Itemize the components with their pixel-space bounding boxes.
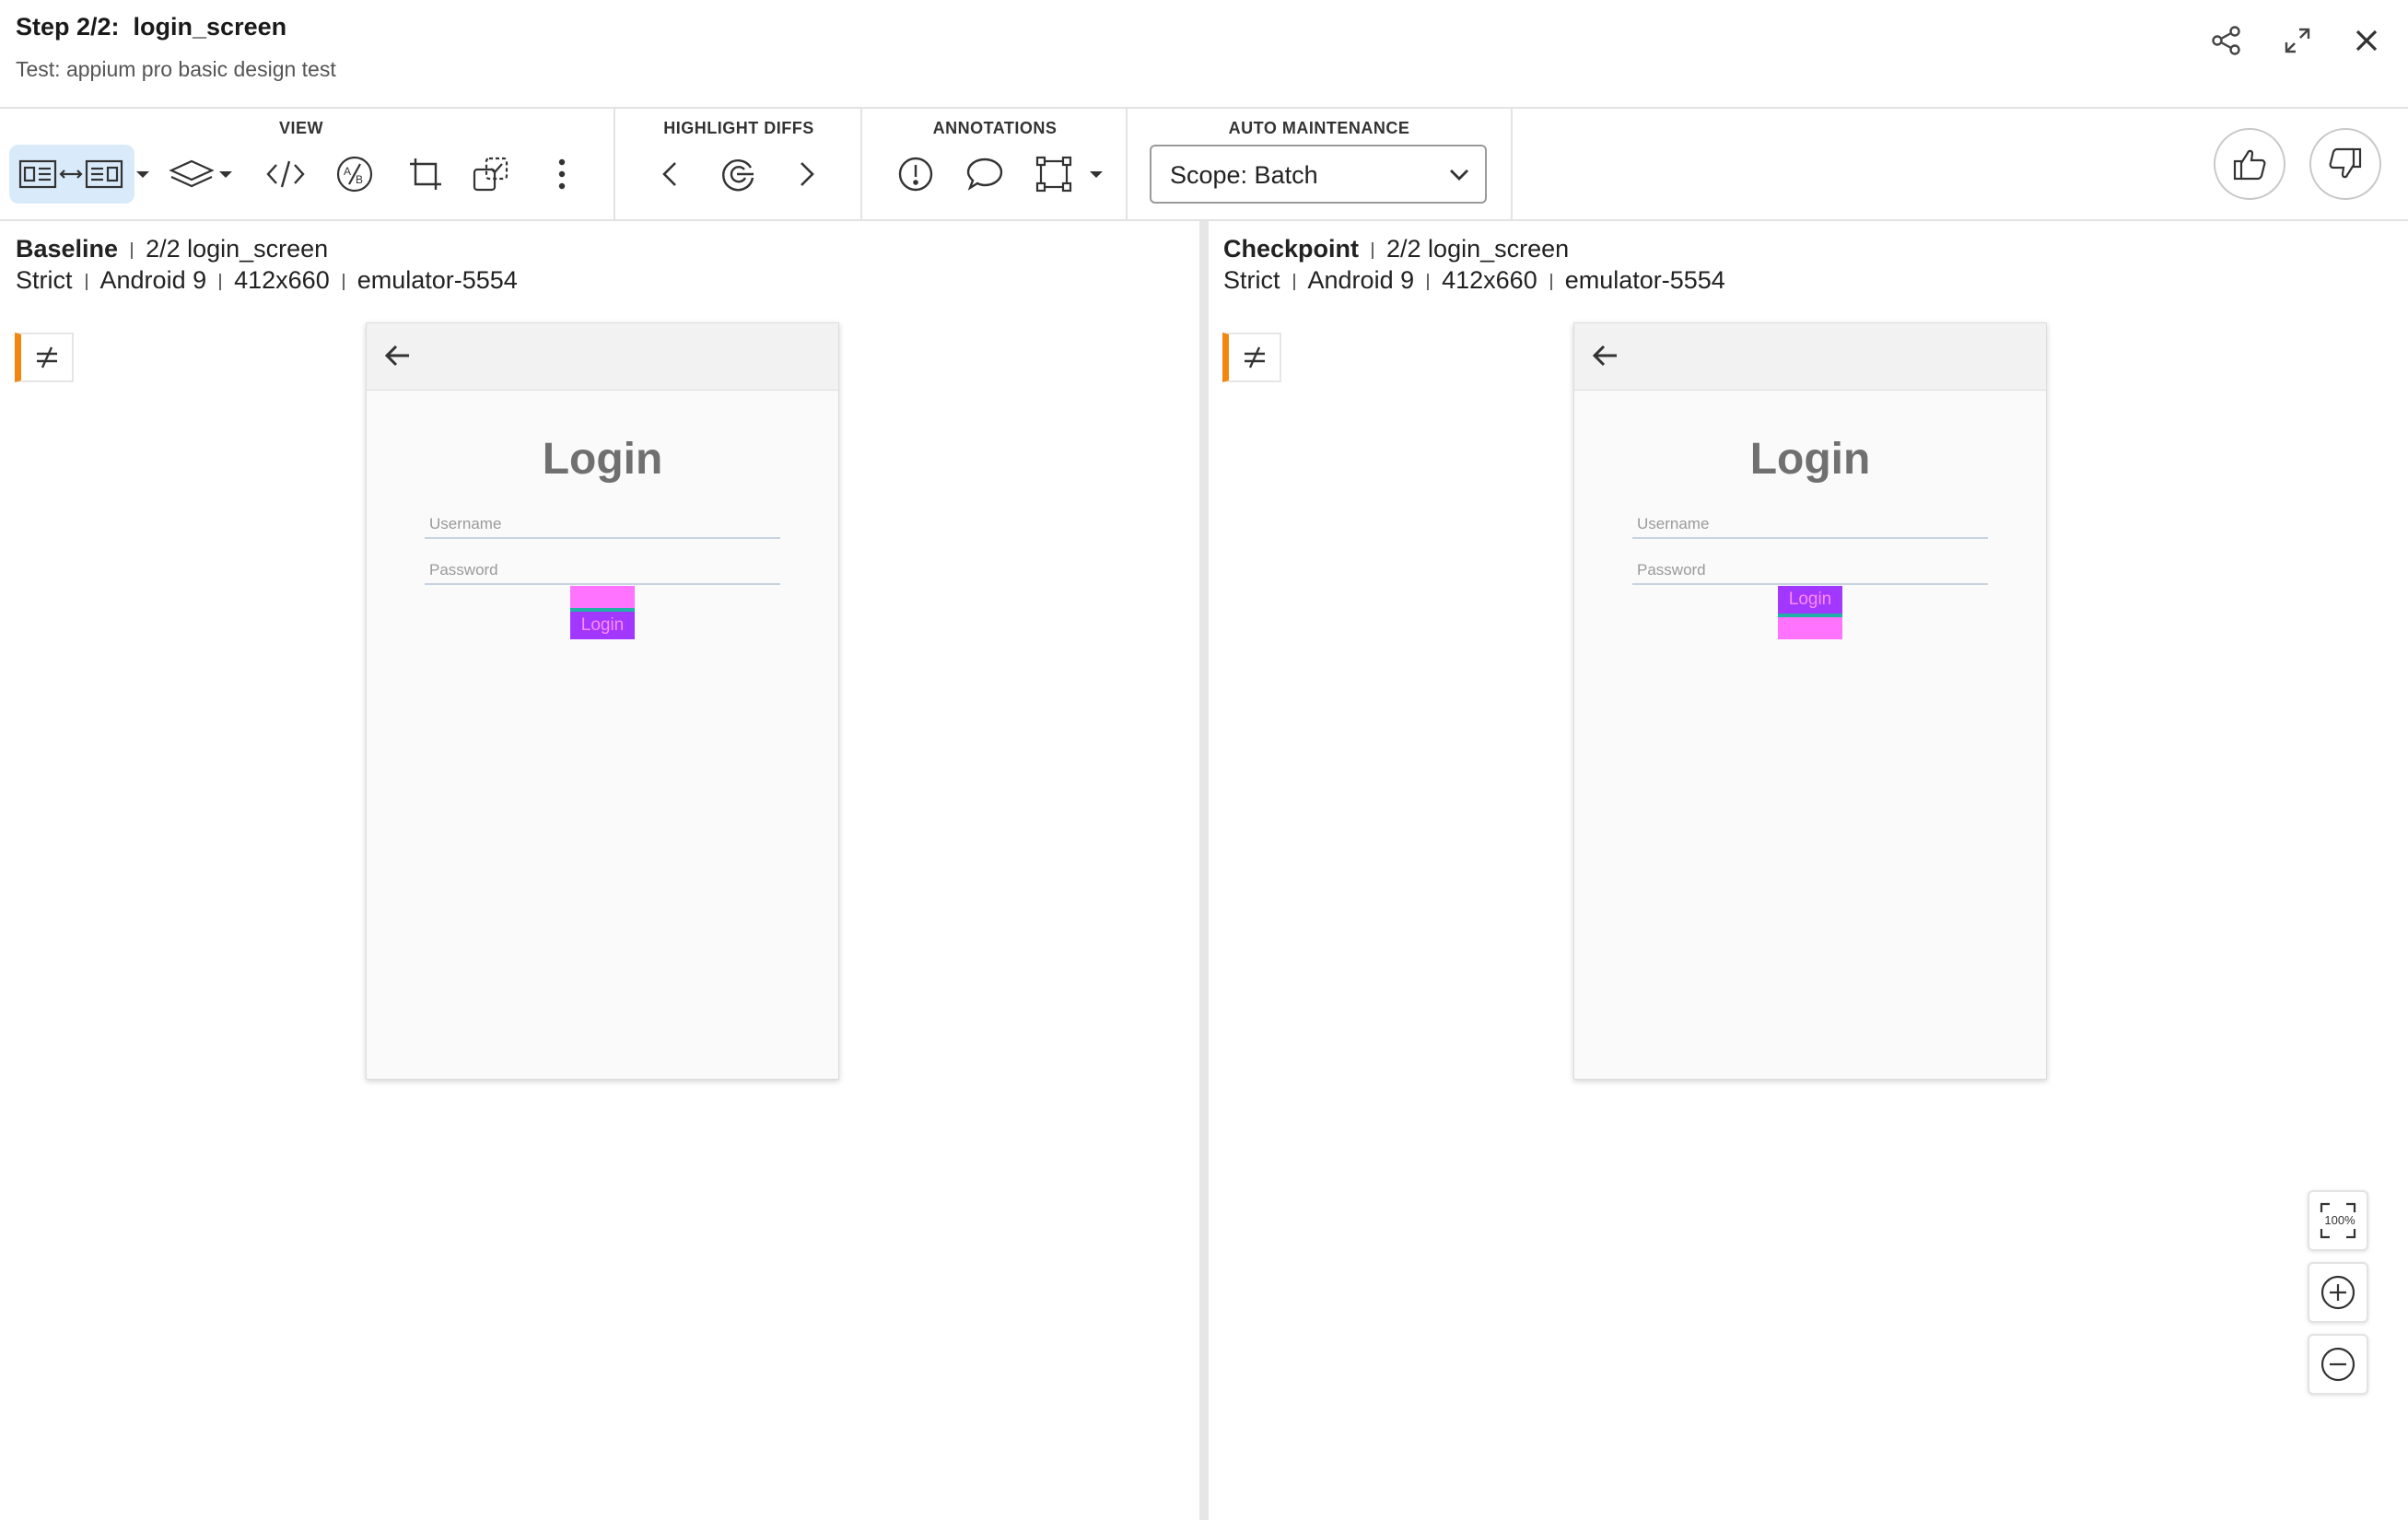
baseline-title: Baseline — [16, 235, 119, 263]
app-bar — [367, 323, 838, 391]
password-placeholder: Password — [1637, 561, 1706, 579]
not-equal-icon — [36, 346, 57, 368]
scope-select-value: Scope: Batch — [1170, 161, 1318, 189]
next-diff-icon[interactable] — [781, 148, 833, 200]
checkpoint-os: Android 9 — [1307, 266, 1415, 294]
step-title: Step 2/2: login_screen — [16, 13, 287, 41]
view-mode-dropdown-icon[interactable] — [134, 166, 151, 182]
region-annotation-icon[interactable] — [1028, 148, 1080, 200]
annotations-section-title: ANNOTATIONS — [932, 119, 1058, 137]
baseline-match-level: Strict — [16, 266, 73, 294]
highlight-diffs-icon[interactable] — [712, 148, 764, 200]
zoom-out-icon — [2320, 1347, 2355, 1382]
login-button: Login — [570, 612, 635, 639]
back-arrow-icon — [383, 342, 413, 374]
chevron-down-icon — [1448, 167, 1470, 188]
baseline-screenshot[interactable]: Login Username Password Login — [366, 322, 839, 1080]
diff-highlight-region — [1778, 617, 1842, 639]
scope-select[interactable]: Scope: Batch — [1150, 145, 1487, 204]
not-equal-icon — [1244, 346, 1265, 368]
checkpoint-step: 2/2 login_screen — [1386, 235, 1570, 263]
baseline-viewport: 412x660 — [234, 266, 330, 294]
username-underline — [425, 537, 780, 539]
checkpoint-meta: Strict Android 9 412x660 emulator-5554 — [1223, 266, 1725, 295]
header: Step 2/2: login_screen Test: appium pro … — [0, 0, 2408, 109]
crop-icon[interactable] — [400, 148, 451, 200]
code-view-icon[interactable] — [260, 148, 311, 200]
login-button: Login — [1778, 586, 1842, 614]
checkpoint-screenshot[interactable]: Login Username Password Login — [1573, 322, 2047, 1080]
layers-icon[interactable] — [168, 148, 219, 200]
thumbs-down-icon — [2329, 147, 2362, 179]
highlight-diffs-section-title: HIGHLIGHT DIFFS — [663, 119, 814, 137]
issue-annotation-icon[interactable] — [890, 148, 941, 200]
side-by-side-toggle[interactable] — [9, 145, 134, 204]
baseline-device: emulator-5554 — [357, 266, 518, 294]
panel-divider[interactable] — [1199, 221, 1209, 1520]
zoom-in-button[interactable] — [2308, 1262, 2368, 1323]
baseline-os: Android 9 — [99, 266, 207, 294]
thumbs-up-icon — [2233, 149, 2266, 181]
password-placeholder: Password — [429, 561, 498, 579]
username-placeholder: Username — [1637, 515, 1710, 532]
login-heading: Login — [1749, 435, 1871, 484]
zoom-fit-label: 100% — [2324, 1213, 2355, 1227]
baseline-header: Baseline 2/2 login_screen — [16, 235, 328, 263]
baseline-diff-flag[interactable] — [15, 333, 74, 382]
close-icon[interactable] — [2346, 20, 2387, 61]
comment-icon[interactable] — [959, 148, 1011, 200]
password-underline — [1632, 583, 1988, 585]
toolbar-separator — [614, 109, 615, 219]
zoom-fit-button[interactable]: 100% — [2308, 1190, 2368, 1251]
previous-diff-icon[interactable] — [644, 148, 696, 200]
svg-text:A: A — [344, 165, 351, 178]
region-compare-icon[interactable] — [465, 148, 517, 200]
password-underline — [425, 583, 780, 585]
username-placeholder: Username — [429, 515, 502, 532]
zoom-out-button[interactable] — [2308, 1334, 2368, 1395]
thumbs-down-button[interactable] — [2309, 128, 2381, 200]
checkpoint-device: emulator-5554 — [1564, 266, 1725, 294]
checkpoint-header: Checkpoint 2/2 login_screen — [1223, 235, 1569, 263]
toolbar-separator — [1511, 109, 1513, 219]
region-type-dropdown-icon[interactable] — [1088, 166, 1105, 182]
ab-compare-icon[interactable]: A B — [329, 148, 380, 200]
back-arrow-icon — [1591, 342, 1620, 374]
toolbar-separator — [1126, 109, 1128, 219]
layers-dropdown-icon[interactable] — [217, 166, 234, 182]
toolbar-separator — [860, 109, 862, 219]
checkpoint-diff-flag[interactable] — [1222, 333, 1281, 382]
checkpoint-title: Checkpoint — [1223, 235, 1360, 263]
expand-icon[interactable] — [2277, 20, 2318, 61]
app-bar — [1574, 323, 2046, 391]
more-options-icon[interactable] — [536, 148, 588, 200]
test-name: Test: appium pro basic design test — [16, 57, 336, 81]
baseline-meta: Strict Android 9 412x660 emulator-5554 — [16, 266, 518, 295]
zoom-in-icon — [2320, 1275, 2355, 1310]
share-icon[interactable] — [2206, 20, 2247, 61]
login-heading: Login — [542, 435, 663, 484]
svg-text:B: B — [356, 173, 363, 186]
checkpoint-match-level: Strict — [1223, 266, 1280, 294]
view-section-title: VIEW — [278, 119, 323, 137]
baseline-step: 2/2 login_screen — [146, 235, 329, 263]
auto-maintenance-section-title: AUTO MAINTENANCE — [1228, 119, 1410, 137]
checkpoint-viewport: 412x660 — [1442, 266, 1537, 294]
diff-highlight-region — [570, 586, 635, 608]
thumbs-up-button[interactable] — [2214, 128, 2285, 200]
username-underline — [1632, 537, 1988, 539]
